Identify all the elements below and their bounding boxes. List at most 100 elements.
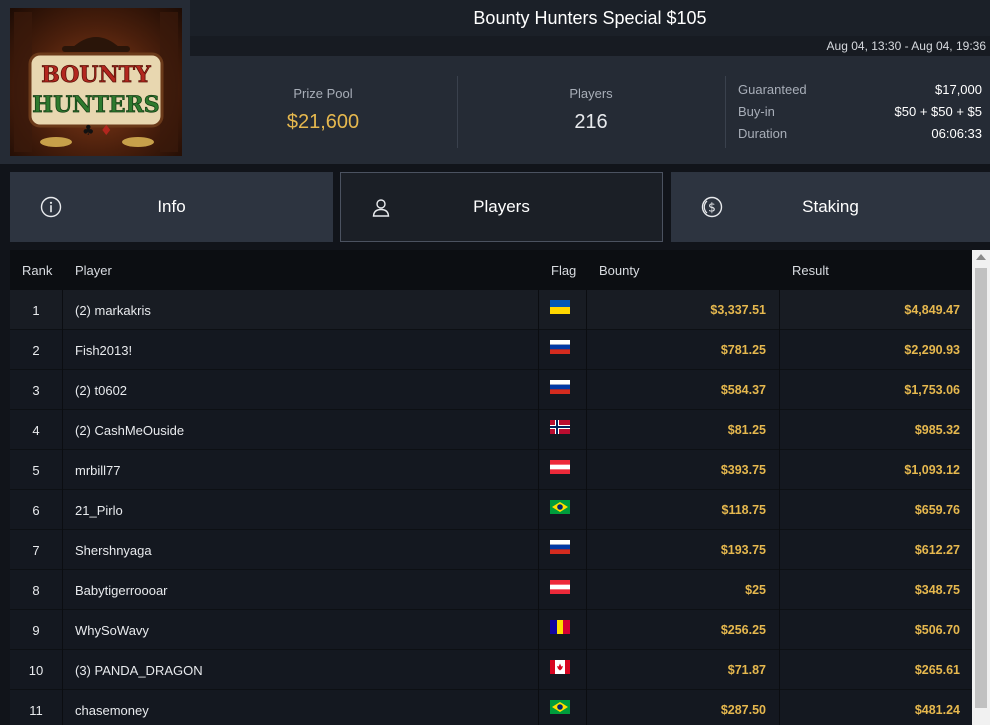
tab-info[interactable]: Info [10, 172, 333, 242]
player-name[interactable]: 21_Pirlo [75, 503, 123, 518]
tab-info-label: Info [157, 197, 186, 216]
header-player[interactable]: Player [75, 263, 112, 278]
header-flag[interactable]: Flag [551, 263, 576, 278]
scroll-thumb[interactable] [975, 268, 987, 708]
header-result[interactable]: Result [792, 263, 829, 278]
players-label: Players [569, 86, 613, 101]
column-divider [62, 410, 63, 450]
russia-flag-icon [550, 340, 570, 354]
column-divider [779, 610, 780, 650]
result-cell: $481.24 [914, 703, 960, 717]
column-divider [538, 530, 539, 570]
player-name[interactable]: (2) CashMeOuside [75, 423, 184, 438]
column-divider [62, 330, 63, 370]
table-row[interactable]: 9 WhySoWavy $256.25 $506.70 [10, 610, 972, 650]
table-row[interactable]: 8 Babytigerroooar $25 $348.75 [10, 570, 972, 610]
table-row[interactable]: 10 (3) PANDA_DRAGON $71.87 $265.61 [10, 650, 972, 690]
date-bar: Aug 04, 13:30 - Aug 04, 19:36 [190, 36, 990, 56]
tab-staking-label: Staking [802, 197, 859, 216]
column-divider [779, 530, 780, 570]
rank-cell: 10 [28, 663, 44, 678]
column-divider [586, 570, 587, 610]
divider [725, 76, 726, 148]
header-rank[interactable]: Rank [22, 263, 52, 278]
table-row[interactable]: 2 Fish2013! $781.25 $2,290.93 [10, 330, 972, 370]
logo-panel: BOUNTY HUNTERS ♣ ♦ [0, 0, 190, 164]
column-divider [538, 330, 539, 370]
column-divider [62, 290, 63, 330]
player-name[interactable]: Fish2013! [75, 343, 132, 358]
table-row[interactable]: 5 mrbill77 $393.75 $1,093.12 [10, 450, 972, 490]
bounty-cell: $71.87 [727, 663, 766, 677]
player-name[interactable]: Shershnyaga [75, 543, 152, 558]
svg-text:BOUNTY: BOUNTY [41, 62, 151, 88]
prize-pool-value: $21,600 [286, 111, 360, 133]
column-divider [586, 610, 587, 650]
table-row[interactable]: 1 (2) markakris $3,337.51 $4,849.47 [10, 290, 972, 330]
guaranteed-row: Guaranteed $17,000 [738, 82, 982, 97]
player-name[interactable]: chasemoney [75, 703, 149, 718]
bounty-cell: $25 [745, 583, 766, 597]
duration-value: 06:06:33 [931, 126, 982, 141]
result-cell: $1,753.06 [904, 383, 960, 397]
column-divider [779, 490, 780, 530]
vertical-scrollbar[interactable] [972, 250, 990, 725]
result-cell: $985.32 [914, 423, 960, 437]
bounty-cell: $584.37 [720, 383, 766, 397]
player-name[interactable]: WhySoWavy [75, 623, 149, 638]
duration-row: Duration 06:06:33 [738, 126, 982, 141]
tab-players[interactable]: Players [340, 172, 663, 242]
column-divider [62, 530, 63, 570]
column-divider [62, 690, 63, 725]
brazil-flag-icon [550, 700, 570, 714]
stats-panel: Prize Pool $21,600 Players 216 Guarantee… [190, 56, 990, 164]
result-cell: $1,093.12 [904, 463, 960, 477]
table-row[interactable]: 11 chasemoney $287.50 $481.24 [10, 690, 972, 725]
column-divider [538, 570, 539, 610]
bounty-cell: $193.75 [720, 543, 766, 557]
player-name[interactable]: (2) t0602 [75, 383, 127, 398]
column-divider [586, 530, 587, 570]
svg-text:♣: ♣ [82, 123, 95, 139]
tab-players-label: Players [473, 197, 530, 216]
result-cell: $612.27 [914, 543, 960, 557]
scroll-up-arrow-icon[interactable] [976, 254, 986, 260]
column-divider [538, 490, 539, 530]
player-name[interactable]: (3) PANDA_DRAGON [75, 663, 203, 678]
column-divider [62, 650, 63, 690]
title-bar: Bounty Hunters Special $105 [190, 0, 990, 36]
player-name[interactable]: Babytigerroooar [75, 583, 168, 598]
divider [457, 76, 458, 148]
column-divider [586, 290, 587, 330]
column-divider [538, 690, 539, 725]
header-bounty[interactable]: Bounty [599, 263, 639, 278]
table-row[interactable]: 4 (2) CashMeOuside $81.25 $985.32 [10, 410, 972, 450]
rank-cell: 9 [32, 623, 40, 638]
result-cell: $348.75 [914, 583, 960, 597]
column-divider [779, 370, 780, 410]
table-row[interactable]: 6 21_Pirlo $118.75 $659.76 [10, 490, 972, 530]
column-divider [779, 650, 780, 690]
column-divider [586, 650, 587, 690]
bounty-cell: $287.50 [720, 703, 766, 717]
table-row[interactable]: 3 (2) t0602 $584.37 $1,753.06 [10, 370, 972, 410]
player-name[interactable]: mrbill77 [75, 463, 121, 478]
rank-cell: 11 [29, 703, 43, 718]
column-divider [586, 690, 587, 725]
tab-staking[interactable]: $ Staking [671, 172, 990, 242]
column-divider [586, 490, 587, 530]
bounty-cell: $256.25 [720, 623, 766, 637]
norway-flag-icon [550, 420, 570, 434]
brazil-flag-icon [550, 500, 570, 514]
column-divider [62, 610, 63, 650]
svg-text:$: $ [708, 201, 716, 215]
russia-flag-icon [550, 380, 570, 394]
austria-flag-icon [550, 460, 570, 474]
svg-text:♦: ♦ [100, 123, 113, 139]
column-divider [586, 330, 587, 370]
result-cell: $4,849.47 [904, 303, 960, 317]
result-cell: $2,290.93 [904, 343, 960, 357]
player-name[interactable]: (2) markakris [75, 303, 151, 318]
table-row[interactable]: 7 Shershnyaga $193.75 $612.27 [10, 530, 972, 570]
rank-cell: 2 [32, 343, 40, 358]
